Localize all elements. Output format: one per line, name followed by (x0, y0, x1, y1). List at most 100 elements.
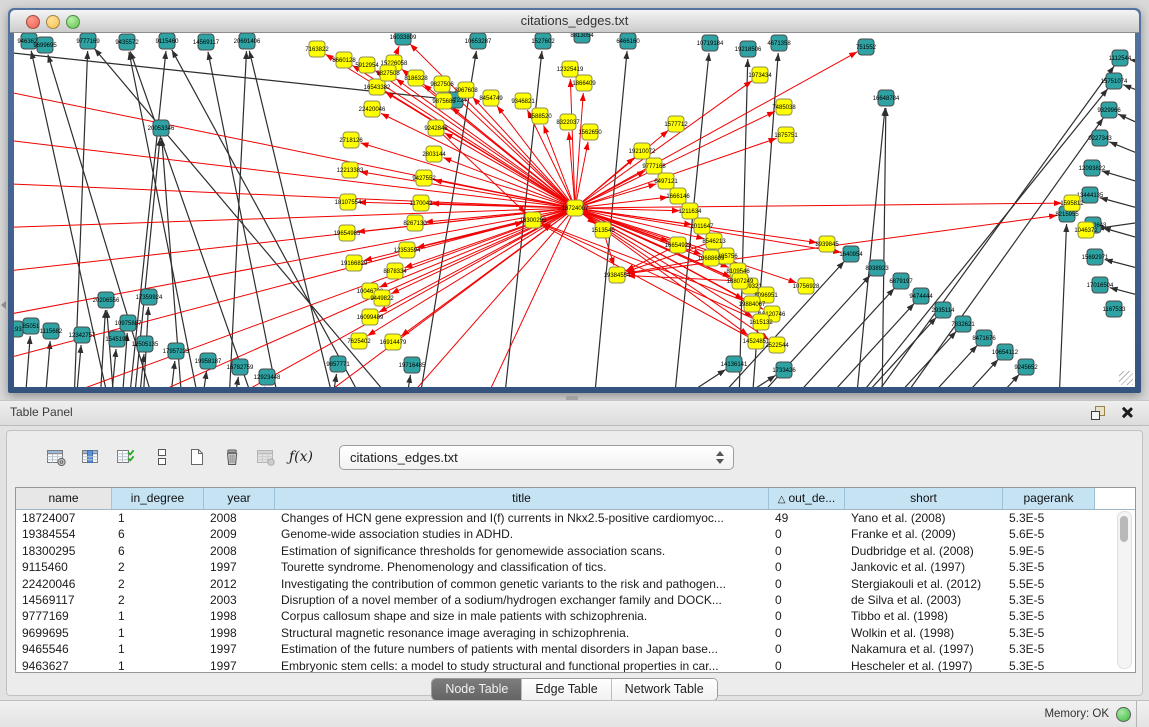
memory-ok-indicator-icon (1116, 707, 1131, 722)
table-row[interactable]: 977716911998Corpus callosum shape and si… (16, 608, 1135, 624)
cell-short: Hescheler et al. (1997) (845, 658, 1003, 673)
table-body: 1872400712008Changes of HCN gene express… (16, 510, 1135, 673)
graph-node-label: 1577712 (664, 122, 688, 128)
import-table-button[interactable] (253, 445, 279, 469)
graph-node-label: 17957223 (163, 349, 190, 355)
table-row[interactable]: 1830029562008Estimation of significance … (16, 543, 1135, 559)
graph-node-label: 20206556 (93, 298, 120, 304)
column-header-pagerank[interactable]: pagerank (1003, 488, 1095, 509)
graph-edge (824, 345, 977, 387)
graph-node-label: 1733426 (772, 368, 796, 374)
table-row[interactable]: 1938455462009Genome-wide association stu… (16, 526, 1135, 542)
graph-edge (1105, 260, 1135, 271)
network-canvas[interactable]: 9463627969969597771699435572911546014569… (14, 33, 1135, 387)
graph-node-label: 12325419 (557, 67, 584, 73)
status-bar-divider (1136, 701, 1137, 727)
show-columns-button[interactable] (78, 445, 104, 469)
graph-edge (107, 310, 114, 387)
graph-node-label: 7832621 (951, 322, 975, 328)
table-row[interactable]: 2242004622012Investigating the contribut… (16, 576, 1135, 592)
cell-title: Structural magnetic resonance image aver… (275, 625, 769, 641)
cell-in_degree: 1 (112, 641, 204, 657)
graph-node-label: 10975887 (115, 321, 142, 327)
table-vertical-scrollbar[interactable] (1117, 511, 1132, 669)
table-row[interactable]: 1872400712008Changes of HCN gene express… (16, 510, 1135, 526)
close-icon[interactable] (1120, 406, 1133, 419)
graph-node-label: 12093822 (1079, 166, 1106, 172)
function-builder-button[interactable]: ƒ(x) (288, 445, 314, 469)
table-row[interactable]: 1456911722003Disruption of a novel membe… (16, 592, 1135, 608)
select-rows-button[interactable] (113, 445, 139, 469)
cell-in_degree: 1 (112, 510, 204, 526)
new-table-button[interactable] (183, 445, 209, 469)
cell-title: Genome-wide association studies in ADHD. (275, 526, 769, 542)
cell-in_degree: 6 (112, 543, 204, 559)
graph-edge (1103, 228, 1135, 241)
graph-node-label: 9449822 (370, 296, 394, 302)
cell-pagerank: 5.3E-5 (1003, 625, 1095, 641)
cell-in_degree: 6 (112, 526, 204, 542)
graph-node-label: 1545193 (105, 337, 129, 343)
graph-edge (1102, 171, 1135, 185)
new-table-icon (186, 447, 207, 467)
cell-short: de Silva et al. (2003) (845, 592, 1003, 608)
graph-node-label: 8454749 (479, 96, 503, 102)
graph-node-label: 4671358 (767, 41, 791, 47)
tab-node-table[interactable]: Node Table (432, 679, 521, 700)
graph-edge (856, 108, 885, 387)
column-header-short[interactable]: short (845, 488, 1003, 509)
table-row[interactable]: 969969511998Structural magnetic resonanc… (16, 625, 1135, 641)
column-header-title[interactable]: title (275, 488, 769, 509)
graph-node-label: 17359924 (136, 295, 163, 301)
window-title: citations_edges.txt (10, 13, 1139, 28)
cell-out_de: 0 (769, 559, 845, 575)
cell-name: 19384554 (16, 526, 112, 542)
graph-node-label: 19716485 (399, 363, 426, 369)
cell-short: Franke et al. (2009) (845, 526, 1003, 542)
cell-pagerank: 5.3E-5 (1003, 559, 1095, 575)
cell-pagerank: 5.3E-5 (1003, 608, 1095, 624)
graph-edge (575, 93, 583, 208)
scrollbar-thumb[interactable] (1120, 516, 1128, 542)
memory-status-label: Memory: OK (1044, 708, 1109, 720)
graph-node-label: 9827506 (430, 82, 454, 88)
graph-node-label: 9427552 (412, 176, 436, 182)
graph-edge (332, 374, 336, 387)
graph-node-label: 1666146 (666, 194, 690, 200)
graph-node-label: 1588520 (528, 114, 552, 120)
graph-node-label: 2967608 (454, 88, 478, 94)
resize-grip-icon[interactable] (1119, 371, 1133, 385)
graph-node-label: 9435572 (115, 40, 139, 46)
window-titlebar[interactable]: citations_edges.txt (10, 10, 1139, 33)
cell-short: Yano et al. (2008) (845, 510, 1003, 526)
table-row[interactable]: 946362711997Embryonic stem cells: a mode… (16, 658, 1135, 673)
graph-node-label: 9827508 (376, 71, 400, 77)
graph-node-label: 10654112 (992, 350, 1019, 356)
cell-year: 2012 (204, 576, 275, 592)
column-header-in_degree[interactable]: in_degree (112, 488, 204, 509)
column-header-name[interactable]: name (16, 488, 112, 509)
tab-network-table[interactable]: Network Table (611, 679, 717, 700)
graph-node-label: 8938923 (865, 266, 889, 272)
tab-edge-table[interactable]: Edge Table (521, 679, 610, 700)
delete-table-button[interactable] (218, 445, 244, 469)
cell-year: 2009 (204, 526, 275, 542)
table-row[interactable]: 911546021997Tourette syndrome. Phenomeno… (16, 559, 1135, 575)
graph-node-label: 7163822 (305, 47, 329, 53)
column-header-out_de[interactable]: △out_de... (769, 488, 845, 509)
column-header-year[interactable]: year (204, 488, 275, 509)
cell-name: 9115460 (16, 559, 112, 575)
table-source-dropdown[interactable]: citations_edges.txt (339, 445, 734, 470)
graph-edge (1100, 198, 1135, 211)
graph-node-label: 8878334 (383, 269, 407, 275)
table-settings-button[interactable] (43, 445, 69, 469)
cell-title: Investigating the contribution of common… (275, 576, 769, 592)
cytoscape-app: citations_edges.txt 94636279699695977716… (0, 0, 1149, 727)
graph-node-label: 9329966 (1097, 108, 1121, 114)
row-height-button[interactable] (148, 445, 174, 469)
table-row[interactable]: 946554611997Estimation of the future num… (16, 641, 1135, 657)
panel-collapse-arrow-icon[interactable] (1, 301, 6, 309)
graph-edge (1109, 142, 1135, 158)
float-icon[interactable] (1091, 406, 1105, 420)
graph-node-label: 19884067 (739, 302, 766, 308)
